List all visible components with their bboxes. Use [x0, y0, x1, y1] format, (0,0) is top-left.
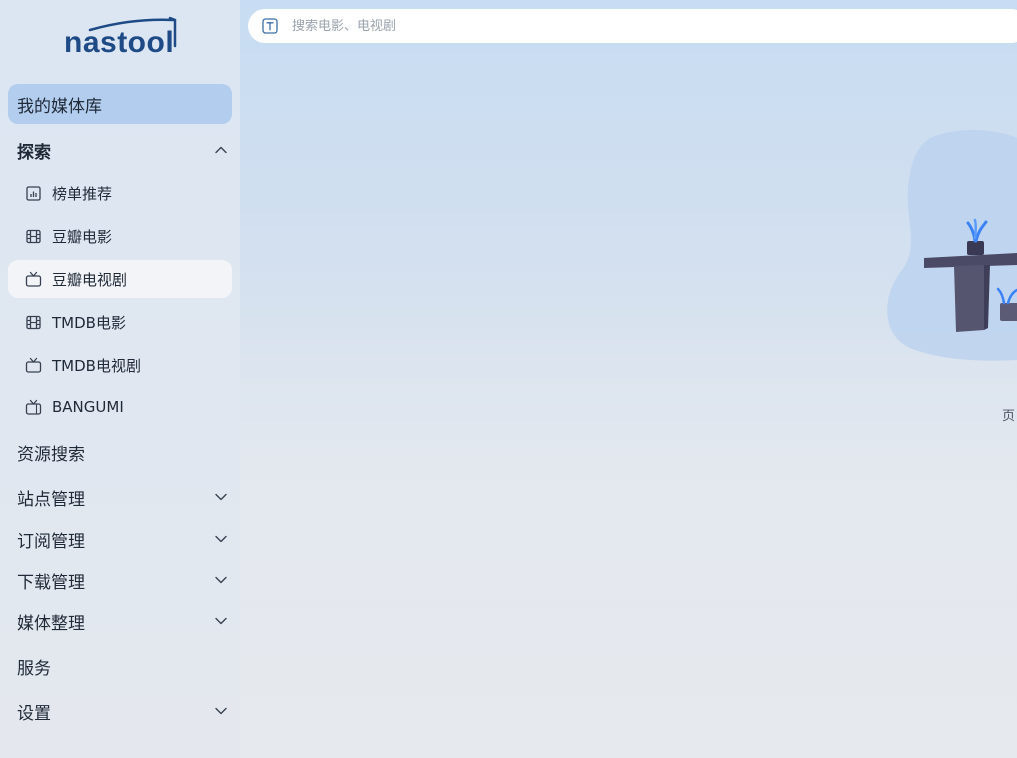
film-icon [26, 315, 41, 329]
nav-label: 资源搜索 [17, 444, 85, 465]
sidebar-item-label: 豆瓣电影 [52, 227, 113, 246]
page-hint-text: 页 [1002, 409, 1016, 424]
search-input[interactable] [292, 18, 892, 34]
nav-label: 服务 [17, 658, 51, 679]
chevron-up-icon [215, 146, 227, 154]
nav-group-site-management[interactable]: 站点管理 [8, 477, 232, 517]
nav-group-media-organize[interactable]: 媒体整理 [8, 601, 232, 641]
nav-service[interactable]: 服务 [8, 646, 232, 686]
nav-group-settings[interactable]: 设置 [8, 691, 232, 731]
nav-my-library[interactable]: 我的媒体库 [8, 84, 232, 124]
sidebar-item-bangumi[interactable]: BANGUMI [8, 388, 232, 426]
nav-group-download[interactable]: 下载管理 [8, 560, 232, 600]
chevron-down-icon [215, 576, 227, 584]
chart-icon [26, 185, 41, 201]
sidebar: nastool 我的媒体库 探索 榜单推荐 豆瓣电影 豆瓣电视剧 TMDB电影 … [0, 0, 240, 758]
nav-label: 订阅管理 [17, 531, 85, 552]
logo[interactable]: nastool [62, 16, 182, 62]
nav-label: 我的媒体库 [17, 96, 102, 117]
tv-icon [25, 357, 42, 373]
empty-state-illustration [887, 130, 1017, 361]
sidebar-item-label: 豆瓣电视剧 [52, 270, 128, 289]
logo-text: nastool [64, 26, 175, 59]
nav-label: 下载管理 [17, 572, 85, 593]
search-bar[interactable] [248, 9, 1017, 43]
nav-label: 站点管理 [17, 489, 85, 510]
sidebar-item-tmdb-movie[interactable]: TMDB电影 [8, 303, 232, 341]
sidebar-item-douban-tv[interactable]: 豆瓣电视剧 [8, 260, 232, 298]
sidebar-item-label: BANGUMI [52, 398, 124, 416]
film-icon [26, 229, 41, 243]
nav-group-explore[interactable]: 探索 [8, 130, 232, 170]
sidebar-item-label: 榜单推荐 [52, 184, 113, 203]
sidebar-item-ranking[interactable]: 榜单推荐 [8, 174, 232, 212]
nav-resource-search[interactable]: 资源搜索 [8, 432, 232, 472]
sidebar-item-label: TMDB电视剧 [52, 356, 141, 375]
nav-group-subscription[interactable]: 订阅管理 [8, 519, 232, 559]
sidebar-item-label: TMDB电影 [52, 313, 126, 332]
chevron-down-icon [215, 493, 227, 501]
nav-label: 探索 [17, 142, 51, 163]
chevron-down-icon [215, 707, 227, 715]
sidebar-item-tmdb-tv[interactable]: TMDB电视剧 [8, 346, 232, 384]
nav-label: 设置 [17, 703, 51, 724]
sidebar-item-douban-movie[interactable]: 豆瓣电影 [8, 217, 232, 255]
tv-icon [25, 271, 42, 287]
chevron-down-icon [215, 535, 227, 543]
text-t-icon [262, 18, 278, 34]
nav-label: 媒体整理 [17, 613, 85, 634]
tv-anime-icon [25, 399, 42, 415]
chevron-down-icon [215, 617, 227, 625]
